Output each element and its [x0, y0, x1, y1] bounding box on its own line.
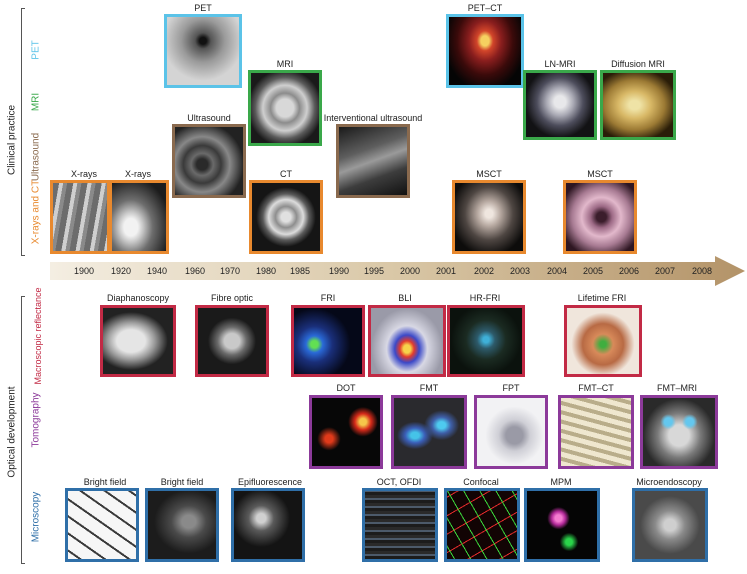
year-tick: 1900: [73, 266, 95, 276]
mri-image: [248, 70, 322, 146]
bli-label: BLI: [398, 293, 412, 303]
clinical-bracket: [21, 8, 22, 256]
diaphanoscopy-label: Diaphanoscopy: [106, 293, 170, 303]
petct-label: PET–CT: [467, 3, 503, 13]
xrays-1-label: X-rays: [70, 169, 98, 179]
optical-bracket: [21, 296, 22, 564]
bright-field-2-label: Bright field: [160, 477, 204, 487]
year-tick: 2004: [546, 266, 568, 276]
hrfri-image: [447, 305, 525, 377]
fri-label: FRI: [320, 293, 336, 303]
fpt-label: FPT: [502, 383, 520, 393]
oct-ofdi-label: OCT, OFDI: [376, 477, 422, 487]
xrays-2-image: [109, 180, 169, 254]
oct-ofdi-image: [362, 488, 438, 562]
dot-image: [309, 395, 383, 469]
year-tick: 2005: [582, 266, 604, 276]
xrays-1-image: [50, 180, 110, 254]
fmtmri-image: [640, 395, 718, 469]
mpm-label: MPM: [550, 477, 572, 487]
confocal-label: Confocal: [463, 477, 499, 487]
bright-field-2-image: [145, 488, 219, 562]
mpm-image: [524, 488, 600, 562]
pet-image: [164, 14, 242, 88]
hrfri-label: HR-FRI: [469, 293, 501, 303]
year-tick: 1960: [184, 266, 206, 276]
fmtct-label: FMT–CT: [578, 383, 614, 393]
msct-1-image: [452, 180, 526, 254]
msct-1-label: MSCT: [476, 169, 502, 179]
petct-image: [446, 14, 524, 88]
ultrasound-label: Ultrasound: [187, 113, 231, 123]
pet-label: PET: [194, 3, 212, 13]
year-tick: 2001: [435, 266, 457, 276]
year-tick: 1980: [255, 266, 277, 276]
lnmri-label: LN-MRI: [544, 59, 576, 69]
fmt-image: [391, 395, 467, 469]
lnmri-image: [523, 70, 597, 140]
year-tick: 1990: [328, 266, 350, 276]
year-tick: 1970: [219, 266, 241, 276]
ultrasound-image: [172, 124, 246, 198]
bright-field-1-label: Bright field: [83, 477, 127, 487]
row-label-xrays-ct: X-rays and CT: [30, 179, 42, 245]
diffusion-mri-image: [600, 70, 676, 140]
interventional-ultrasound-image: [336, 124, 410, 198]
year-tick: 2000: [399, 266, 421, 276]
year-tick: 1920: [110, 266, 132, 276]
fmtmri-label: FMT–MRI: [657, 383, 697, 393]
diffusion-mri-label: Diffusion MRI: [611, 59, 665, 69]
fibre-optic-label: Fibre optic: [210, 293, 254, 303]
optical-development-label: Optical development: [6, 386, 18, 478]
msct-2-label: MSCT: [587, 169, 613, 179]
fpt-image: [474, 395, 548, 469]
row-label-tomography: Tomography: [30, 392, 42, 448]
diaphanoscopy-image: [100, 305, 176, 377]
msct-2-image: [563, 180, 637, 254]
row-label-ultrasound: Ultrasound: [30, 132, 42, 182]
row-label-microscopy: Microscopy: [30, 491, 42, 543]
year-tick: 2006: [618, 266, 640, 276]
row-label-mri: MRI: [30, 92, 42, 112]
year-tick: 2003: [509, 266, 531, 276]
clinical-practice-label: Clinical practice: [6, 104, 18, 176]
lifetime-fri-image: [564, 305, 642, 377]
xrays-2-label: X-rays: [124, 169, 152, 179]
confocal-image: [444, 488, 520, 562]
lifetime-fri-label: Lifetime FRI: [577, 293, 627, 303]
year-tick: 1985: [289, 266, 311, 276]
year-tick: 2007: [654, 266, 676, 276]
fmtct-image: [558, 395, 634, 469]
ct-image: [249, 180, 323, 254]
epifluorescence-label: Epifluorescence: [237, 477, 303, 487]
fmt-label: FMT: [419, 383, 439, 393]
bli-image: [368, 305, 446, 377]
microendoscopy-image: [632, 488, 708, 562]
fibre-optic-image: [195, 305, 269, 377]
year-tick: 2008: [691, 266, 713, 276]
interventional-ultrasound-label: Interventional ultrasound: [323, 113, 423, 123]
microendoscopy-label: Microendoscopy: [636, 477, 702, 487]
fri-image: [291, 305, 365, 377]
epifluorescence-image: [231, 488, 305, 562]
bright-field-1-image: [65, 488, 139, 562]
ct-label: CT: [280, 169, 292, 179]
timeline-figure: Clinical practice Optical development PE…: [0, 0, 747, 574]
year-tick: 1995: [363, 266, 385, 276]
mri-label: MRI: [276, 59, 294, 69]
year-tick: 2002: [473, 266, 495, 276]
row-label-pet: PET: [30, 40, 42, 60]
year-tick: 1940: [146, 266, 168, 276]
row-label-macroscopic-reflectance: Macroscopic reflectance: [33, 287, 43, 385]
dot-label: DOT: [336, 383, 356, 393]
